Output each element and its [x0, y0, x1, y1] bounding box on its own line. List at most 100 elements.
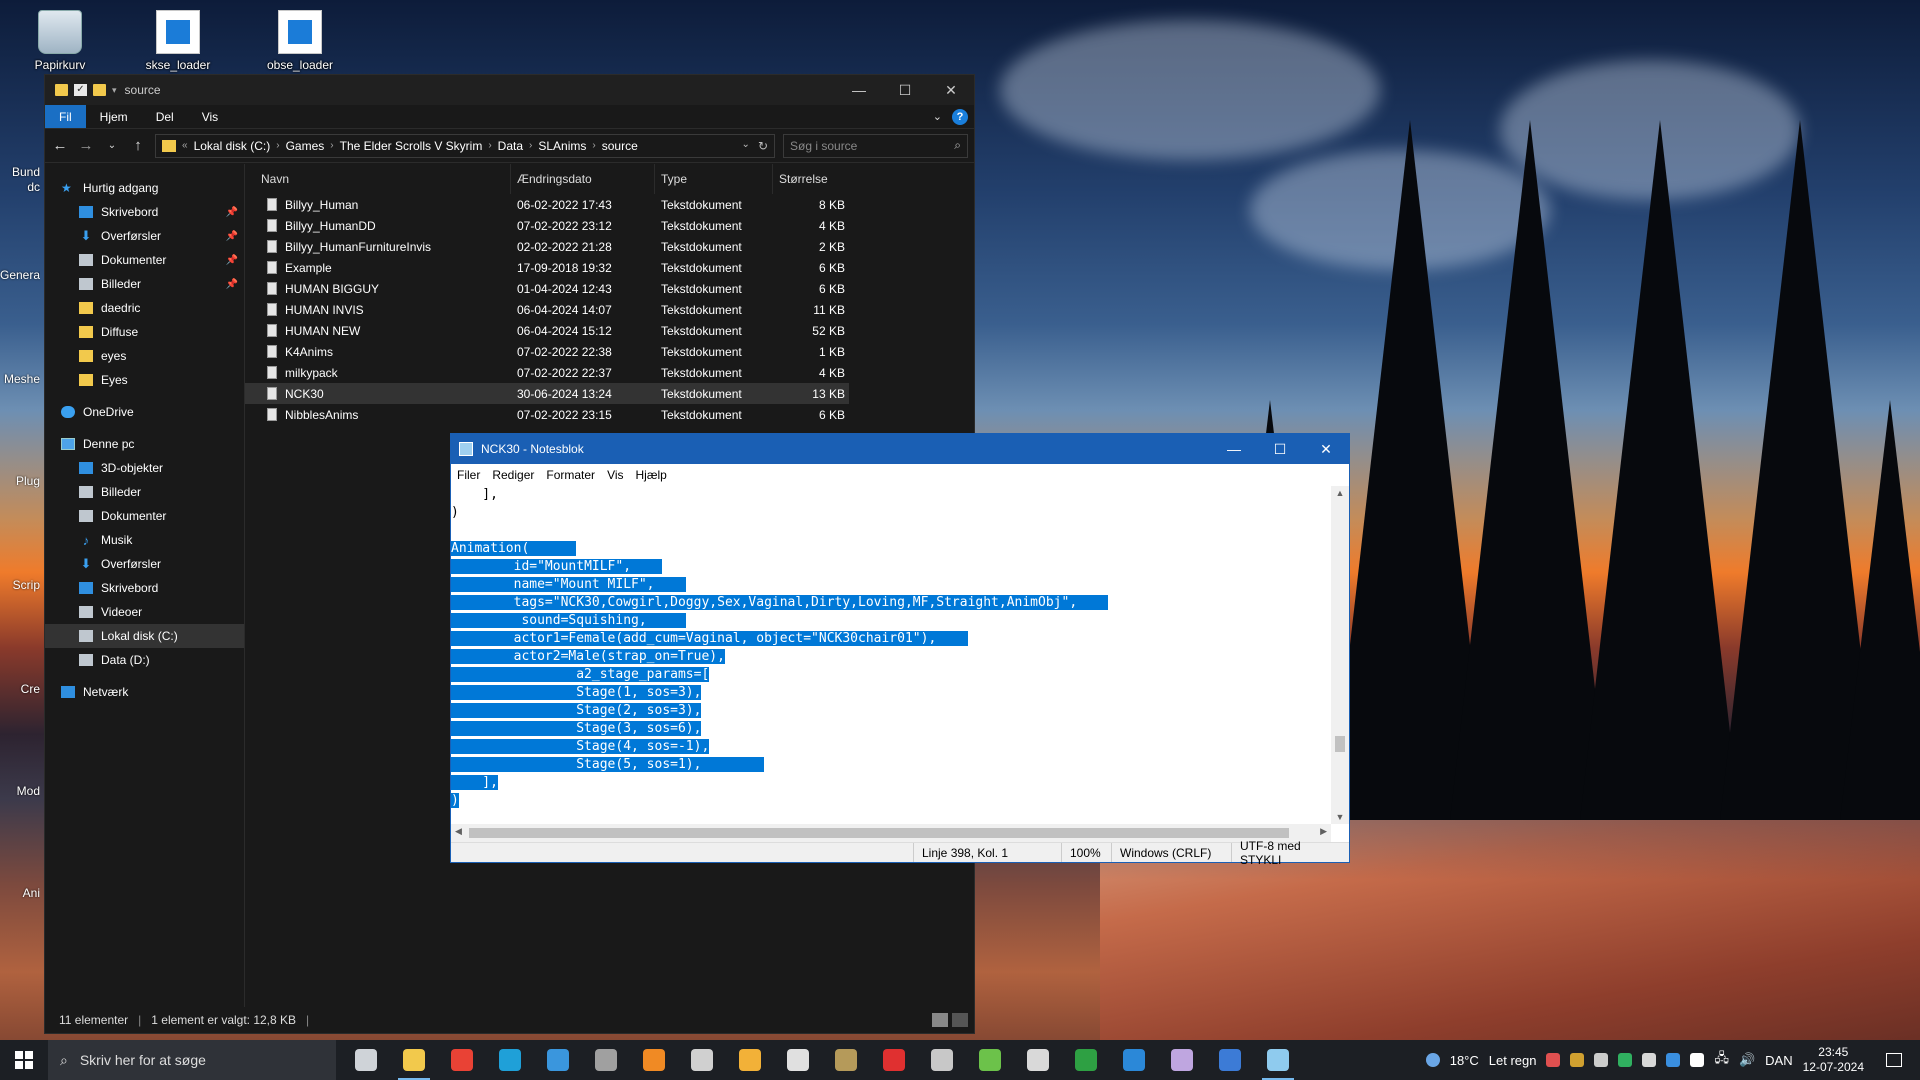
close-button[interactable]: ✕	[1303, 434, 1349, 464]
explorer-title-bar[interactable]: ✓ ▾ source — ☐ ✕	[45, 75, 974, 105]
taskbar-app-button[interactable]	[822, 1040, 870, 1080]
maximize-button[interactable]: ☐	[882, 75, 928, 105]
tray-app-icon[interactable]	[1594, 1053, 1609, 1067]
nav-item-pictures[interactable]: Billeder	[45, 480, 244, 504]
menu-format[interactable]: Formater	[546, 468, 595, 482]
menu-view[interactable]: Vis	[607, 468, 623, 482]
taskbar-app-button[interactable]	[1254, 1040, 1302, 1080]
minimize-button[interactable]: —	[836, 75, 882, 105]
breadcrumb-item[interactable]: Lokal disk (C:)	[194, 139, 271, 153]
taskbar-app-button[interactable]	[1110, 1040, 1158, 1080]
desktop-icon-fragment[interactable]: Ani	[0, 886, 40, 900]
nav-quick-access[interactable]: ★ Hurtig adgang	[45, 176, 244, 200]
desktop-icon-skse-loader[interactable]: skse_loader	[140, 10, 216, 72]
breadcrumb-item[interactable]: SLAnims	[538, 139, 586, 153]
desktop-icon-fragment[interactable]: Plug	[0, 474, 40, 488]
text-editor-area[interactable]: ],) Animation( id="MountMILF", name="Moun…	[451, 486, 1331, 824]
breadcrumb-item[interactable]: Games	[286, 139, 325, 153]
tab-home[interactable]: Hjem	[86, 105, 142, 128]
desktop-icon-fragment[interactable]: Bund	[0, 165, 40, 179]
nav-network[interactable]: Netværk	[45, 680, 244, 704]
nav-item-downloads-pinned[interactable]: ⬇ Overførsler 📌	[45, 224, 244, 248]
taskbar-app-button[interactable]	[1206, 1040, 1254, 1080]
file-row[interactable]: Example 17-09-2018 19:32 Tekstdokument 6 KB	[245, 257, 849, 278]
column-header-name[interactable]: Navn	[245, 164, 511, 194]
chevron-right-icon[interactable]: ›	[592, 140, 595, 151]
nav-item-local-disk[interactable]: Lokal disk (C:)	[45, 624, 244, 648]
weather-icon[interactable]	[1425, 1053, 1440, 1067]
weather-text[interactable]: Let regn	[1489, 1053, 1537, 1068]
customize-toolbar-icon[interactable]: ▾	[112, 85, 117, 96]
nav-item-folder[interactable]: Eyes	[45, 368, 244, 392]
file-row[interactable]: Billyy_Human 06-02-2022 17:43 Tekstdokumen…	[245, 194, 849, 215]
taskbar-app-button[interactable]	[726, 1040, 774, 1080]
taskbar-app-button[interactable]	[486, 1040, 534, 1080]
close-button[interactable]: ✕	[928, 75, 974, 105]
forward-arrow-icon[interactable]: →	[77, 137, 95, 154]
tab-share[interactable]: Del	[142, 105, 188, 128]
properties-icon[interactable]: ✓	[74, 84, 87, 96]
column-header-date[interactable]: Ændringsdato	[511, 164, 655, 194]
file-row[interactable]: NibblesAnims 07-02-2022 23:15 Tekstdokumen…	[245, 404, 849, 425]
taskbar-app-button[interactable]	[966, 1040, 1014, 1080]
details-view-icon[interactable]	[932, 1013, 948, 1027]
nav-onedrive[interactable]: OneDrive	[45, 400, 244, 424]
file-row[interactable]: HUMAN INVIS 06-04-2024 14:07 Tekstdokument…	[245, 299, 849, 320]
nav-item-desktop-pinned[interactable]: Skrivebord 📌	[45, 200, 244, 224]
desktop-icon-fragment[interactable]: Scrip	[0, 578, 40, 592]
shield-icon[interactable]	[1618, 1053, 1633, 1067]
file-row[interactable]: NCK30 30-06-2024 13:24 Tekstdokument 13 KB	[245, 383, 849, 404]
scroll-right-icon[interactable]: ▶	[1320, 826, 1327, 837]
language-indicator[interactable]: DAN	[1765, 1053, 1792, 1068]
file-row[interactable]: Billyy_HumanDD 07-02-2022 23:12 Tekstdokum…	[245, 215, 849, 236]
chevron-right-icon[interactable]: ›	[276, 140, 279, 151]
nav-item-data-drive[interactable]: Data (D:)	[45, 648, 244, 672]
taskbar-app-button[interactable]	[918, 1040, 966, 1080]
nav-item-music[interactable]: ♪ Musik	[45, 528, 244, 552]
chevron-right-icon[interactable]: ›	[529, 140, 532, 151]
nav-item-folder[interactable]: Diffuse	[45, 320, 244, 344]
large-icons-view-icon[interactable]	[952, 1013, 968, 1027]
breadcrumb-item[interactable]: source	[602, 139, 638, 153]
tab-file[interactable]: Fil	[45, 105, 86, 128]
refresh-icon[interactable]: ↻	[758, 139, 768, 153]
maximize-button[interactable]: ☐	[1257, 434, 1303, 464]
tray-app-icon[interactable]	[1546, 1053, 1561, 1067]
taskbar-app-button[interactable]	[1158, 1040, 1206, 1080]
tray-app-icon[interactable]	[1570, 1053, 1585, 1067]
nav-this-pc[interactable]: Denne pc	[45, 432, 244, 456]
weather-temperature[interactable]: 18°C	[1450, 1053, 1479, 1068]
taskbar-app-button[interactable]	[342, 1040, 390, 1080]
scroll-down-icon[interactable]: ▼	[1331, 812, 1349, 822]
taskbar-search[interactable]: ⌕ Skriv her for at søge	[48, 1040, 336, 1080]
desktop-icon-recycle-bin[interactable]: Papirkurv	[22, 10, 98, 72]
nav-item-desktop[interactable]: Skrivebord	[45, 576, 244, 600]
nav-item-3d-objects[interactable]: 3D-objekter	[45, 456, 244, 480]
nav-item-folder[interactable]: daedric	[45, 296, 244, 320]
minimize-button[interactable]: —	[1211, 434, 1257, 464]
menu-edit[interactable]: Rediger	[492, 468, 534, 482]
desktop-icon-obse-loader[interactable]: obse_loader	[262, 10, 338, 72]
nav-item-documents[interactable]: Dokumenter	[45, 504, 244, 528]
chevron-right-icon[interactable]: ›	[330, 140, 333, 151]
address-bar[interactable]: « Lokal disk (C:) › Games › The Elder Sc…	[155, 133, 775, 158]
column-header-type[interactable]: Type	[655, 164, 773, 194]
file-row[interactable]: HUMAN NEW 06-04-2024 15:12 Tekstdokument 52…	[245, 320, 849, 341]
nav-item-folder[interactable]: eyes	[45, 344, 244, 368]
taskbar-app-button[interactable]	[774, 1040, 822, 1080]
taskbar-app-button[interactable]	[390, 1040, 438, 1080]
tray-app-icon[interactable]	[1642, 1053, 1657, 1067]
breadcrumb-item[interactable]: Data	[498, 139, 523, 153]
taskbar-app-button[interactable]	[534, 1040, 582, 1080]
network-icon[interactable]: 🖧	[1714, 1049, 1729, 1071]
recent-locations-icon[interactable]: ⌄	[103, 140, 121, 151]
address-dropdown-icon[interactable]: ⌄	[742, 139, 750, 153]
tray-app-icon[interactable]	[1690, 1053, 1705, 1067]
desktop-icon-fragment[interactable]: Mod	[0, 784, 40, 798]
scrollbar-thumb[interactable]	[1335, 736, 1345, 752]
file-row[interactable]: milkypack 07-02-2022 22:37 Tekstdokument 4 …	[245, 362, 849, 383]
tab-view[interactable]: Vis	[188, 105, 232, 128]
taskbar-app-button[interactable]	[1014, 1040, 1062, 1080]
nav-item-videos[interactable]: Videoer	[45, 600, 244, 624]
column-header-size[interactable]: Størrelse	[773, 164, 849, 194]
